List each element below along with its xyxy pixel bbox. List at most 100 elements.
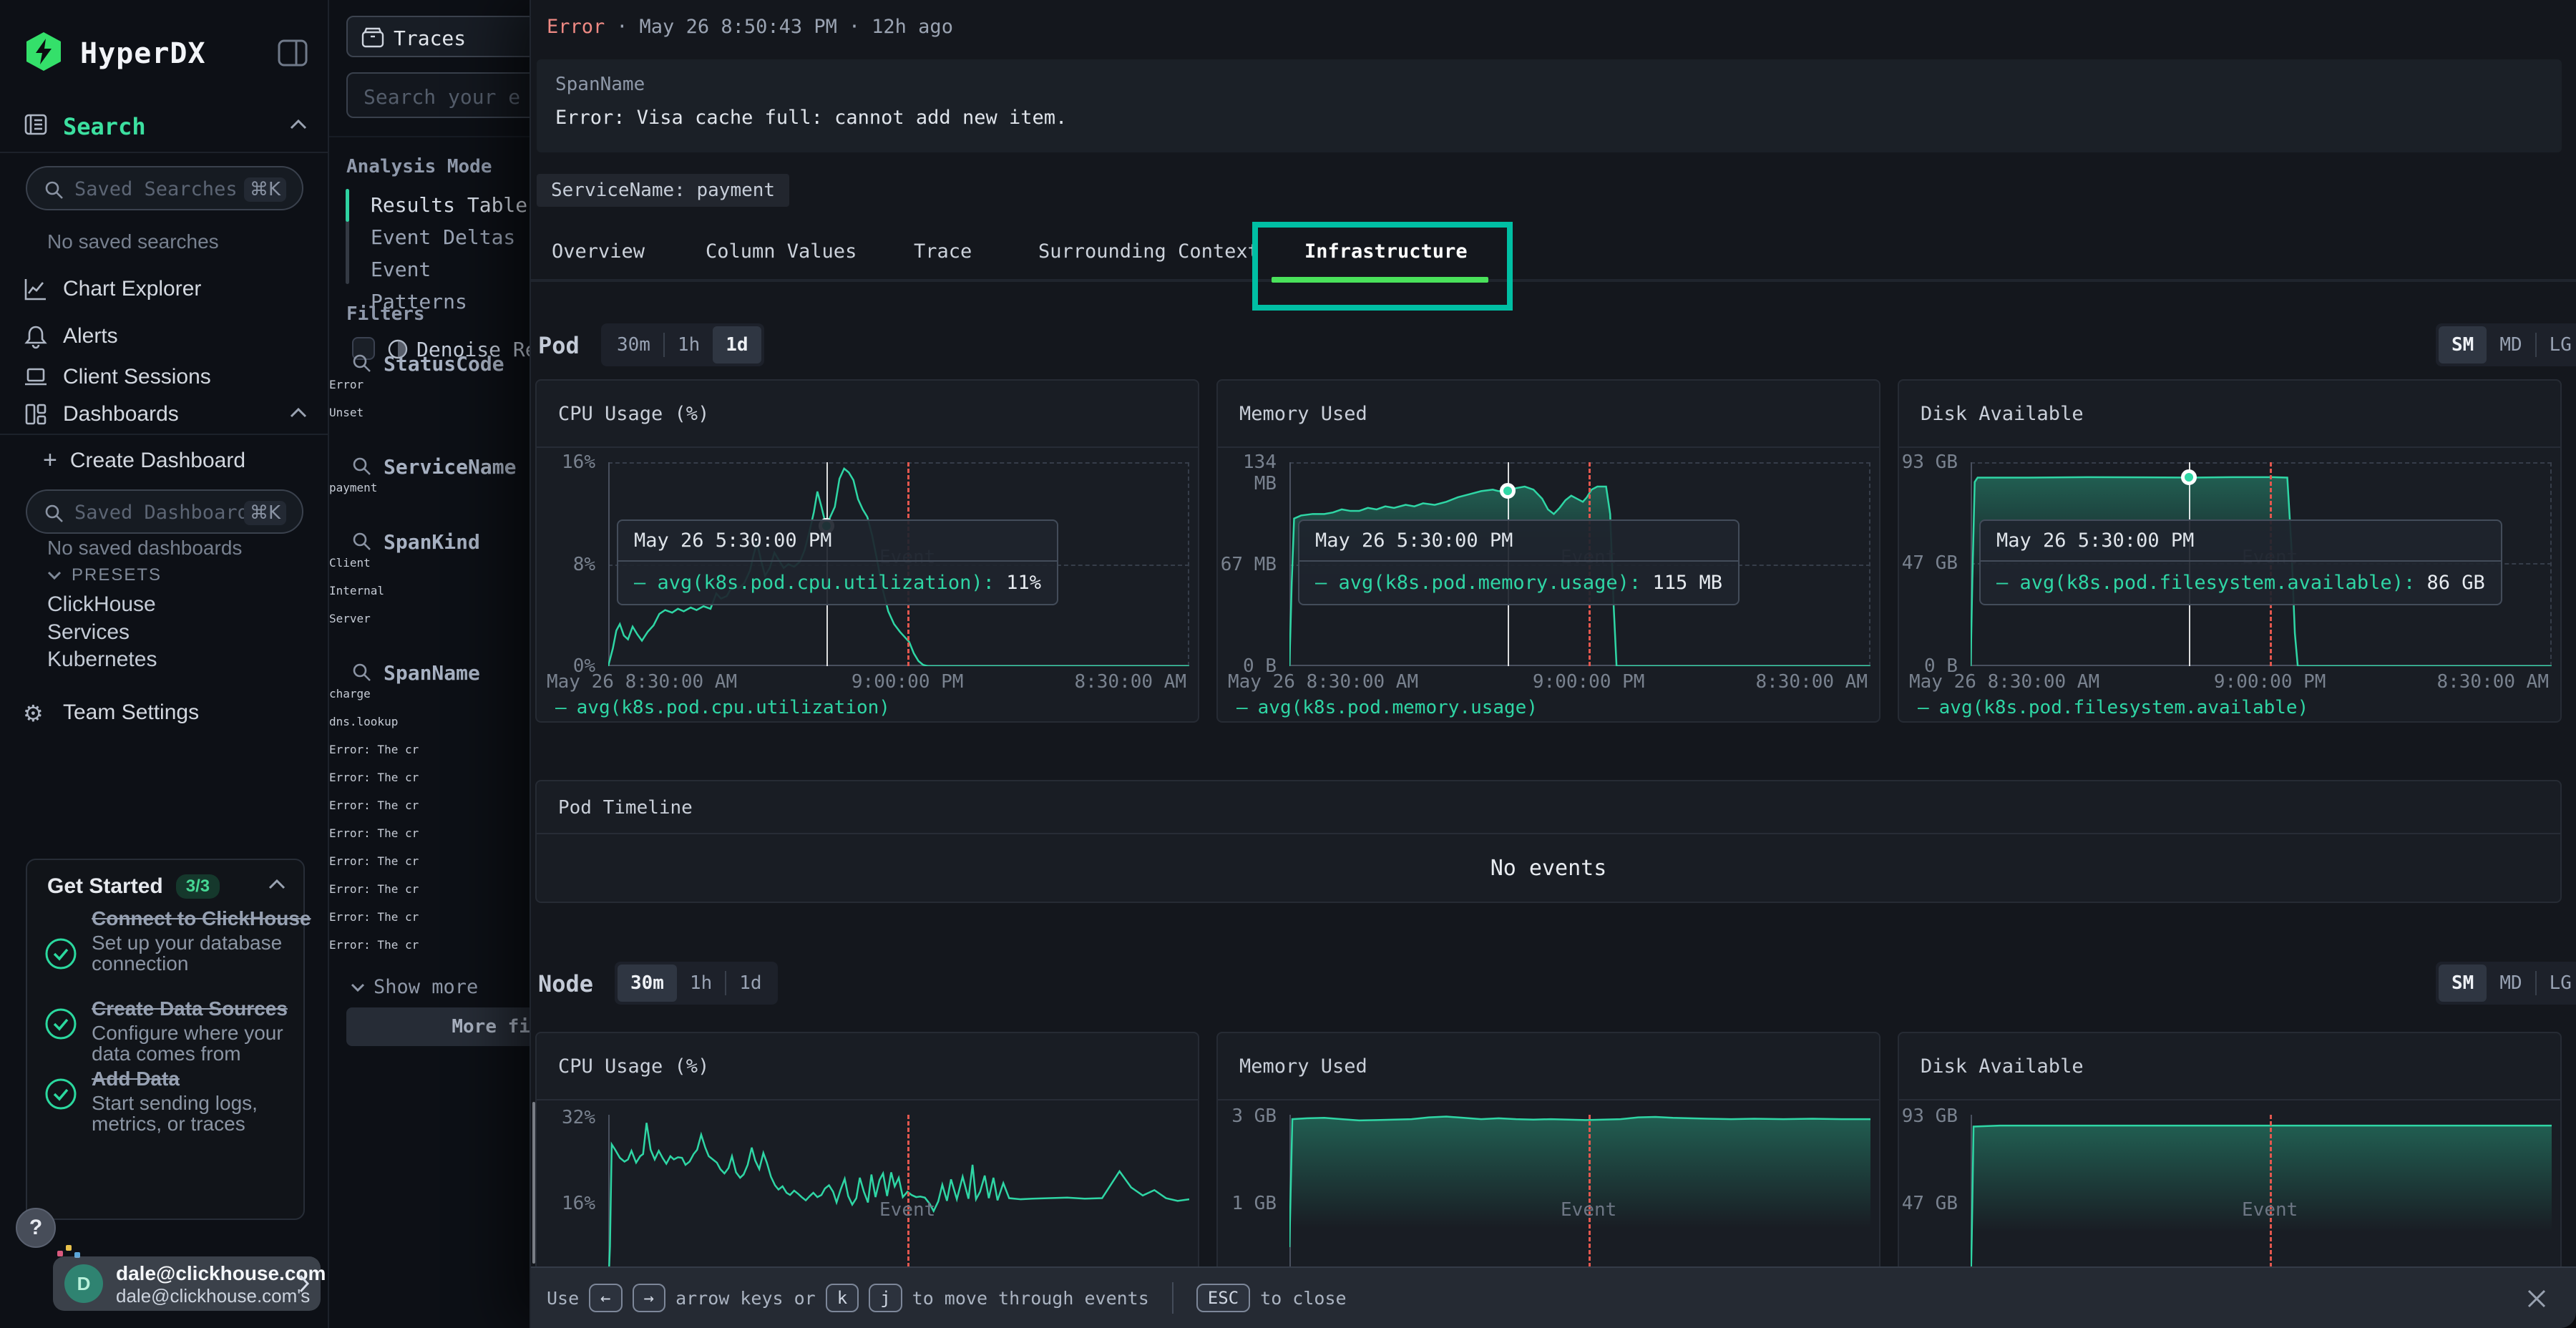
chevron-down-icon [351, 982, 365, 992]
pod-range-30m[interactable]: 30m [604, 326, 663, 363]
pod-memory-chart-card: Memory Used 134 MB67 MB0 B Event May 26 … [1216, 379, 1880, 723]
sidebar-item-team-settings[interactable]: ⚙ Team Settings [0, 693, 328, 733]
divider [0, 152, 328, 153]
pod-size-md[interactable]: MD [2487, 326, 2534, 363]
legend: —avg(k8s.pod.memory.usage) [1236, 697, 1538, 718]
y-tick-label: 47 GB [1899, 552, 1958, 574]
sidebar-item-search[interactable]: Search [0, 103, 328, 149]
saved-searches-input[interactable]: Saved Searches ⌘K [26, 166, 303, 210]
pod-size-lg[interactable]: LG [2537, 326, 2576, 363]
user-menu[interactable]: D dale@clickhouse.com dale@clickhouse.co… [53, 1256, 321, 1311]
tab-column-values[interactable]: Column Values [706, 240, 857, 263]
get-started-badge: 3/3 [176, 874, 220, 899]
annotation-highlight-box [1252, 222, 1513, 311]
filter-option[interactable]: Error: The cr [329, 826, 530, 854]
filter-option[interactable]: payment [329, 481, 530, 509]
detail-tabs: Overview Column Values Trace Surrounding… [531, 228, 2576, 282]
search-nav-icon [23, 112, 49, 137]
panel-scrollbar[interactable] [532, 1102, 535, 1264]
filter-option[interactable]: Unset [329, 406, 530, 434]
filter-group-spanname: SpanName [329, 658, 530, 687]
event-search-placeholder: Search your e [364, 85, 520, 109]
filter-option[interactable]: Error: The cr [329, 743, 530, 771]
filter-option[interactable]: dns.lookup [329, 715, 530, 743]
divider [1172, 1282, 1174, 1314]
node-title: Node [538, 970, 593, 997]
node-range-1h[interactable]: 1h [677, 965, 725, 1002]
mode-active-indicator [346, 189, 349, 222]
filter-option[interactable]: Error: The cr [329, 854, 530, 882]
plus-icon: + [43, 446, 57, 474]
create-dashboard-button[interactable]: + Create Dashboard [43, 446, 245, 474]
source-select[interactable]: Traces [346, 16, 530, 57]
bell-icon [23, 323, 49, 349]
event-search-input[interactable]: Search your e [346, 72, 530, 118]
tab-overview[interactable]: Overview [552, 240, 645, 263]
event-ago: 12h ago [872, 16, 953, 38]
pod-size-segmented: SM MD LG [2436, 323, 2576, 366]
more-filters-button[interactable]: More fil [346, 1007, 530, 1046]
sidebar-item-dashboards[interactable]: Dashboards [0, 394, 328, 434]
preset-services[interactable]: Services [47, 620, 130, 645]
analysis-mode-label: Analysis Mode [346, 156, 492, 177]
pod-size-sm[interactable]: SM [2439, 326, 2487, 363]
tab-trace[interactable]: Trace [914, 240, 972, 263]
y-tick-label: 8% [537, 554, 595, 575]
y-tick-label: 134 MB [1218, 451, 1277, 494]
span-name-label: SpanName [555, 74, 645, 95]
preset-clickhouse[interactable]: ClickHouse [47, 592, 156, 617]
filter-option[interactable]: charge [329, 687, 530, 715]
y-tick-label: 16% [537, 1193, 595, 1214]
filter-option[interactable]: Client [329, 556, 530, 584]
mode-event-patterns[interactable]: Event Patterns [371, 253, 530, 285]
filter-option[interactable]: Error: The cr [329, 771, 530, 799]
mode-results-table[interactable]: Results Table [371, 189, 527, 221]
saved-searches-placeholder: Saved Searches [74, 178, 238, 200]
tab-infrastructure[interactable]: Infrastructure [1304, 240, 1468, 263]
user-email: dale@clickhouse.com [116, 1262, 326, 1285]
node-size-sm[interactable]: SM [2439, 965, 2487, 1002]
mode-event-deltas[interactable]: Event Deltas [371, 221, 515, 253]
search-icon [351, 661, 372, 683]
preset-kubernetes[interactable]: Kubernetes [47, 648, 157, 672]
chevron-up-icon[interactable] [268, 879, 286, 890]
pod-section-header: Pod 30m 1h 1d SM MD LG [531, 323, 2576, 368]
k-key: k [826, 1284, 859, 1312]
pod-range-1h[interactable]: 1h [665, 326, 713, 363]
check-circle-icon [44, 1007, 77, 1040]
y-tick-label: 93 GB [1899, 451, 1958, 473]
presets-toggle[interactable]: PRESETS [47, 565, 162, 585]
sidebar-item-chart-explorer[interactable]: Chart Explorer [0, 269, 328, 309]
sidebar-item-alerts[interactable]: Alerts [0, 316, 328, 356]
sidebar-item-client-sessions[interactable]: Client Sessions [0, 357, 328, 397]
node-size-md[interactable]: MD [2487, 965, 2534, 1002]
chart-icon [23, 276, 49, 302]
collapse-sidebar-icon[interactable] [278, 39, 308, 67]
hover-point-marker [2181, 469, 2197, 485]
help-button[interactable]: ? [16, 1208, 56, 1248]
filter-option[interactable]: Error: The cr [329, 938, 530, 966]
get-started-card: Get Started 3/3 Connect to ClickHouse Se… [26, 859, 305, 1220]
filter-option[interactable]: Error [329, 378, 530, 406]
filter-groups: StatusCodeErrorUnsetServiceNamepaymentSp… [329, 331, 530, 966]
y-tick-label: 3 GB [1218, 1105, 1277, 1127]
pod-range-1d[interactable]: 1d [713, 326, 761, 363]
show-more-button[interactable]: Show more [351, 976, 478, 998]
filter-option[interactable]: Error: The cr [329, 882, 530, 910]
node-range-30m[interactable]: 30m [618, 965, 677, 1002]
filter-option[interactable]: Internal [329, 584, 530, 612]
node-range-1d[interactable]: 1d [726, 965, 774, 1002]
filter-option[interactable]: Server [329, 612, 530, 640]
filter-option[interactable]: Error: The cr [329, 799, 530, 826]
pod-cpu-chart-card: CPU Usage (%) 16%8%0% Event May 26 8:30:… [535, 379, 1199, 723]
saved-dashboards-input[interactable]: Saved Dashboards ⌘K [26, 489, 303, 534]
tab-surrounding-context[interactable]: Surrounding Context [1038, 240, 1259, 263]
filter-option[interactable]: Error: The cr [329, 910, 530, 938]
service-name-chip[interactable]: ServiceName: payment [537, 174, 789, 207]
node-size-lg[interactable]: LG [2537, 965, 2576, 1002]
close-icon[interactable] [2523, 1285, 2550, 1312]
chevron-right-icon [298, 1274, 311, 1294]
x-tick-label: 8:30:00 AM [1755, 671, 1868, 693]
divider [329, 136, 530, 137]
app-logo: HyperDX [0, 30, 328, 77]
